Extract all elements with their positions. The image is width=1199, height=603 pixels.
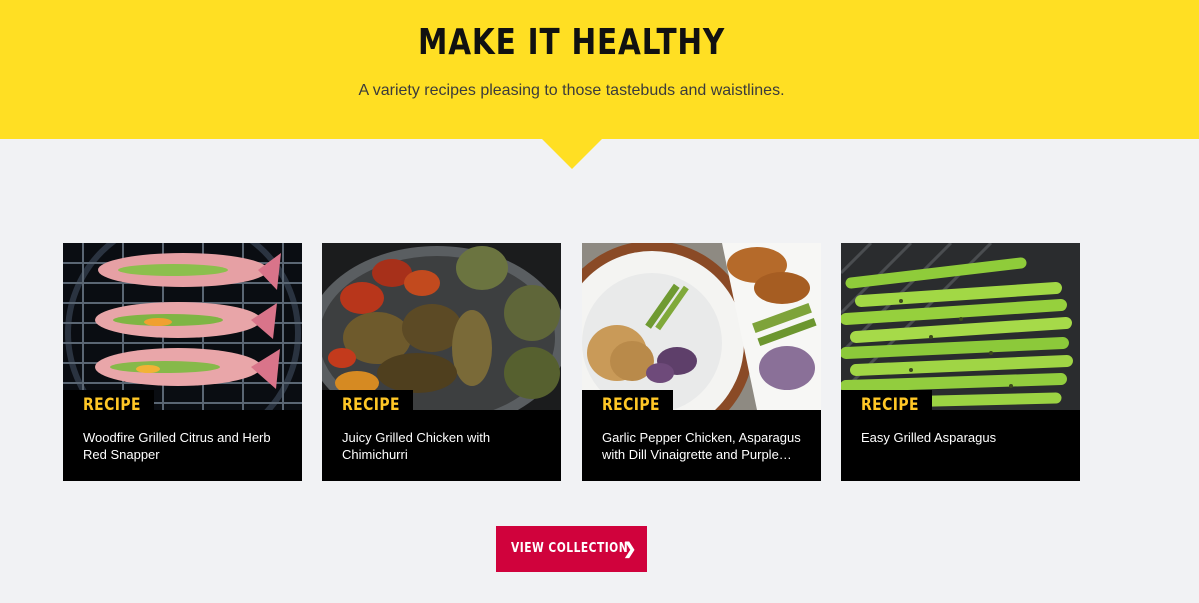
recipe-image-grilled-snapper[interactable] [63, 243, 302, 410]
section-subtitle: A variety recipes pleasing to those tast… [358, 82, 785, 99]
recipe-image-grilled-asparagus[interactable] [841, 243, 1080, 410]
recipe-card-red-snapper[interactable]: RECIPE Woodfire Grilled Citrus and Herb … [63, 243, 302, 481]
recipe-image-garlic-pepper-chicken[interactable] [582, 243, 821, 410]
banner-arrow-pointer [542, 139, 602, 169]
recipe-card-grilled-chicken[interactable]: RECIPE Juicy Grilled Chicken with Chimic… [322, 243, 561, 481]
recipe-image-grilled-chicken[interactable] [322, 243, 561, 410]
chevron-right-icon: ❯ [623, 541, 637, 558]
recipe-title[interactable]: Woodfire Grilled Citrus and Herb Red Sna… [83, 429, 288, 463]
recipe-tag: RECIPE [63, 390, 154, 418]
recipe-tag: RECIPE [582, 390, 673, 418]
recipe-title[interactable]: Garlic Pepper Chicken, Asparagus with Di… [602, 429, 807, 463]
recipe-tag: RECIPE [841, 390, 932, 418]
recipe-title[interactable]: Juicy Grilled Chicken with Chimichurri [342, 429, 547, 463]
section-banner: MAKE IT HEALTHY A variety recipes pleasi… [0, 0, 1199, 139]
recipe-tag: RECIPE [322, 390, 413, 418]
view-collection-label: VIEW COLLECTION [511, 541, 629, 556]
section-title: MAKE IT HEALTHY [418, 22, 726, 63]
recipe-title[interactable]: Easy Grilled Asparagus [861, 429, 1066, 446]
view-collection-button[interactable]: VIEW COLLECTION ❯ [496, 526, 647, 572]
recipe-card-garlic-pepper-chicken[interactable]: RECIPE Garlic Pepper Chicken, Asparagus … [582, 243, 821, 481]
recipe-card-grilled-asparagus[interactable]: RECIPE Easy Grilled Asparagus [841, 243, 1080, 481]
